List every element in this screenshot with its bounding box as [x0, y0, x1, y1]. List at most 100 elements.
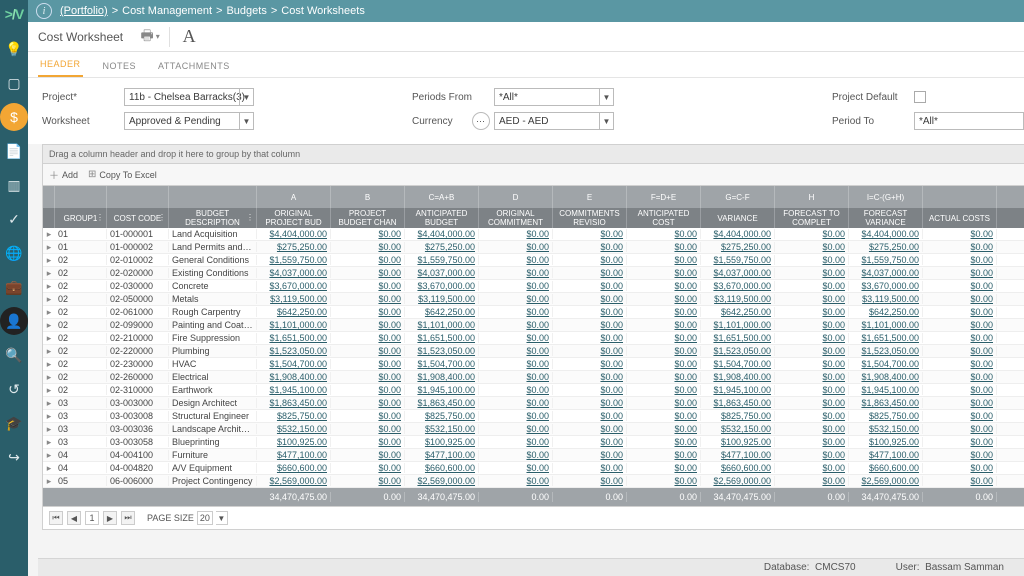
- expand-icon[interactable]: ▸: [43, 398, 55, 409]
- copy-excel-button[interactable]: ⊞Copy To Excel: [88, 167, 157, 182]
- period-to-select[interactable]: *All*▼: [914, 112, 1024, 130]
- pager-page[interactable]: 1: [85, 511, 99, 525]
- history-icon[interactable]: ↺: [0, 375, 28, 403]
- bulb-icon[interactable]: 💡: [0, 35, 28, 63]
- tab-attachments[interactable]: ATTACHMENTS: [156, 55, 232, 77]
- expand-icon[interactable]: ▸: [43, 320, 55, 331]
- clipboard-icon[interactable]: ▢: [0, 69, 28, 97]
- breadcrumb-seg1: Cost Management: [122, 5, 212, 17]
- print-button[interactable]: 🖶: [137, 25, 163, 49]
- expand-icon[interactable]: ▸: [43, 268, 55, 279]
- info-icon[interactable]: i: [36, 3, 52, 19]
- dollar-icon[interactable]: $: [0, 103, 28, 131]
- font-button[interactable]: A: [176, 25, 202, 49]
- periods-from-select[interactable]: *All*▼: [494, 88, 614, 106]
- add-button[interactable]: ＋Add: [49, 167, 78, 182]
- expand-icon[interactable]: ▸: [43, 450, 55, 461]
- table-row[interactable]: ▸0101-000001Land Acquisition$4,404,000.0…: [43, 228, 1024, 241]
- tab-header[interactable]: HEADER: [38, 53, 83, 77]
- breadcrumb: i (Portfolio) > Cost Management > Budget…: [28, 0, 1024, 22]
- project-default-checkbox[interactable]: [914, 91, 926, 103]
- page-size-label: PAGE SIZE: [147, 513, 194, 523]
- expand-icon[interactable]: ▸: [43, 385, 55, 396]
- expand-icon[interactable]: ▸: [43, 424, 55, 435]
- side-rail: >/V 💡 ▢ $ 📄 ▥ ✓ 🌐 💼 👤 🔍 ↺ 🎓 ↪: [0, 0, 28, 576]
- graduation-icon[interactable]: 🎓: [0, 409, 28, 437]
- table-row[interactable]: ▸0506-006000Project Contingency$2,569,00…: [43, 475, 1024, 488]
- table-row[interactable]: ▸0303-003008Structural Engineer$825,750.…: [43, 410, 1024, 423]
- building-icon[interactable]: ▥: [0, 171, 28, 199]
- expand-icon[interactable]: ▸: [43, 294, 55, 305]
- table-row[interactable]: ▸0202-260000Electrical$1,908,400.00$0.00…: [43, 371, 1024, 384]
- expand-icon[interactable]: ▸: [43, 255, 55, 266]
- logout-icon[interactable]: ↪: [0, 443, 28, 471]
- table-row[interactable]: ▸0202-310000Earthwork$1,945,100.00$0.00$…: [43, 384, 1024, 397]
- period-to-label: Period To: [832, 116, 914, 127]
- table-row[interactable]: ▸0303-003058Blueprinting$100,925.00$0.00…: [43, 436, 1024, 449]
- person-icon[interactable]: 👤: [0, 307, 28, 335]
- page-size-value[interactable]: 20: [197, 511, 213, 525]
- expand-icon[interactable]: ▸: [43, 242, 55, 253]
- currency-select[interactable]: AED - AED▼: [494, 112, 614, 130]
- grid-column-header[interactable]: GROUP1⋮ COST CODE⋮ BUDGET DESCRIPTION⋮ O…: [43, 208, 1024, 228]
- expand-icon[interactable]: ▸: [43, 476, 55, 487]
- pager-next[interactable]: ▶: [103, 511, 117, 525]
- tabs: HEADER NOTES ATTACHMENTS: [28, 52, 1024, 78]
- expand-icon[interactable]: ▸: [43, 307, 55, 318]
- expand-icon[interactable]: ▸: [43, 359, 55, 370]
- expand-icon[interactable]: ▸: [43, 437, 55, 448]
- table-row[interactable]: ▸0303-003000Design Architect$1,863,450.0…: [43, 397, 1024, 410]
- app-logo: >/V: [5, 6, 23, 22]
- table-row[interactable]: ▸0202-030000Concrete$3,670,000.00$0.00$3…: [43, 280, 1024, 293]
- project-select[interactable]: 11b - Chelsea Barracks(3)▼: [124, 88, 254, 106]
- grid-toolbar: ＋Add ⊞Copy To Excel: [43, 164, 1024, 186]
- worksheet-label: Worksheet: [42, 116, 124, 127]
- titlebar: Cost Worksheet 🖶 A: [28, 22, 1024, 52]
- expand-icon[interactable]: ▸: [43, 372, 55, 383]
- worksheet-select[interactable]: Approved & Pending▼: [124, 112, 254, 130]
- table-row[interactable]: ▸0202-099000Painting and Coating$1,101,0…: [43, 319, 1024, 332]
- breadcrumb-seg3: Cost Worksheets: [281, 5, 365, 17]
- page-title: Cost Worksheet: [38, 30, 123, 44]
- expand-icon[interactable]: ▸: [43, 229, 55, 240]
- pager-prev[interactable]: ◀: [67, 511, 81, 525]
- globe-icon[interactable]: 🌐: [0, 239, 28, 267]
- search-icon[interactable]: 🔍: [0, 341, 28, 369]
- table-row[interactable]: ▸0202-061000Rough Carpentry$642,250.00$0…: [43, 306, 1024, 319]
- expand-icon[interactable]: ▸: [43, 281, 55, 292]
- table-row[interactable]: ▸0404-004100Furniture$477,100.00$0.00$47…: [43, 449, 1024, 462]
- table-row[interactable]: ▸0202-010002General Conditions$1,559,750…: [43, 254, 1024, 267]
- periods-from-label: Periods From: [412, 92, 494, 103]
- table-row[interactable]: ▸0202-210000Fire Suppression$1,651,500.0…: [43, 332, 1024, 345]
- pager: ⏮ ◀ 1 ▶ ⏭ PAGE SIZE 20 ▼: [43, 506, 1024, 529]
- doc-icon[interactable]: 📄: [0, 137, 28, 165]
- briefcase-icon[interactable]: 💼: [0, 273, 28, 301]
- pager-first[interactable]: ⏮: [49, 511, 63, 525]
- expand-icon[interactable]: ▸: [43, 463, 55, 474]
- form-area: Project* 11b - Chelsea Barracks(3)▼ Peri…: [28, 78, 1024, 144]
- breadcrumb-portfolio[interactable]: (Portfolio): [60, 5, 108, 17]
- project-label: Project*: [42, 92, 124, 103]
- expand-icon[interactable]: ▸: [43, 411, 55, 422]
- expand-icon[interactable]: ▸: [43, 333, 55, 344]
- grid-band-header: AB C=A+BD EF=D+E G=C-FH I=C-(G+H): [43, 186, 1024, 208]
- status-bar: Database: CMCS70 User: Bassam Samman: [38, 558, 1024, 576]
- status-db: CMCS70: [815, 562, 856, 573]
- breadcrumb-seg2: Budgets: [226, 5, 266, 17]
- table-row[interactable]: ▸0202-020000Existing Conditions$4,037,00…: [43, 267, 1024, 280]
- table-row[interactable]: ▸0101-000002Land Permits and Fees$275,25…: [43, 241, 1024, 254]
- table-row[interactable]: ▸0303-003036Landscape Architect$532,150.…: [43, 423, 1024, 436]
- group-bar[interactable]: Drag a column header and drop it here to…: [43, 145, 1024, 164]
- pager-last[interactable]: ⏭: [121, 511, 135, 525]
- plus-icon: ＋: [49, 167, 59, 182]
- currency-picker-button[interactable]: ⋯: [472, 112, 490, 130]
- table-row[interactable]: ▸0202-230000HVAC$1,504,700.00$0.00$1,504…: [43, 358, 1024, 371]
- tab-notes[interactable]: NOTES: [101, 55, 139, 77]
- status-user: Bassam Samman: [925, 562, 1004, 573]
- table-row[interactable]: ▸0404-004820A/V Equipment$660,600.00$0.0…: [43, 462, 1024, 475]
- table-row[interactable]: ▸0202-220000Plumbing$1,523,050.00$0.00$1…: [43, 345, 1024, 358]
- check-icon[interactable]: ✓: [0, 205, 28, 233]
- page-size-caret[interactable]: ▼: [216, 511, 228, 525]
- table-row[interactable]: ▸0202-050000Metals$3,119,500.00$0.00$3,1…: [43, 293, 1024, 306]
- expand-icon[interactable]: ▸: [43, 346, 55, 357]
